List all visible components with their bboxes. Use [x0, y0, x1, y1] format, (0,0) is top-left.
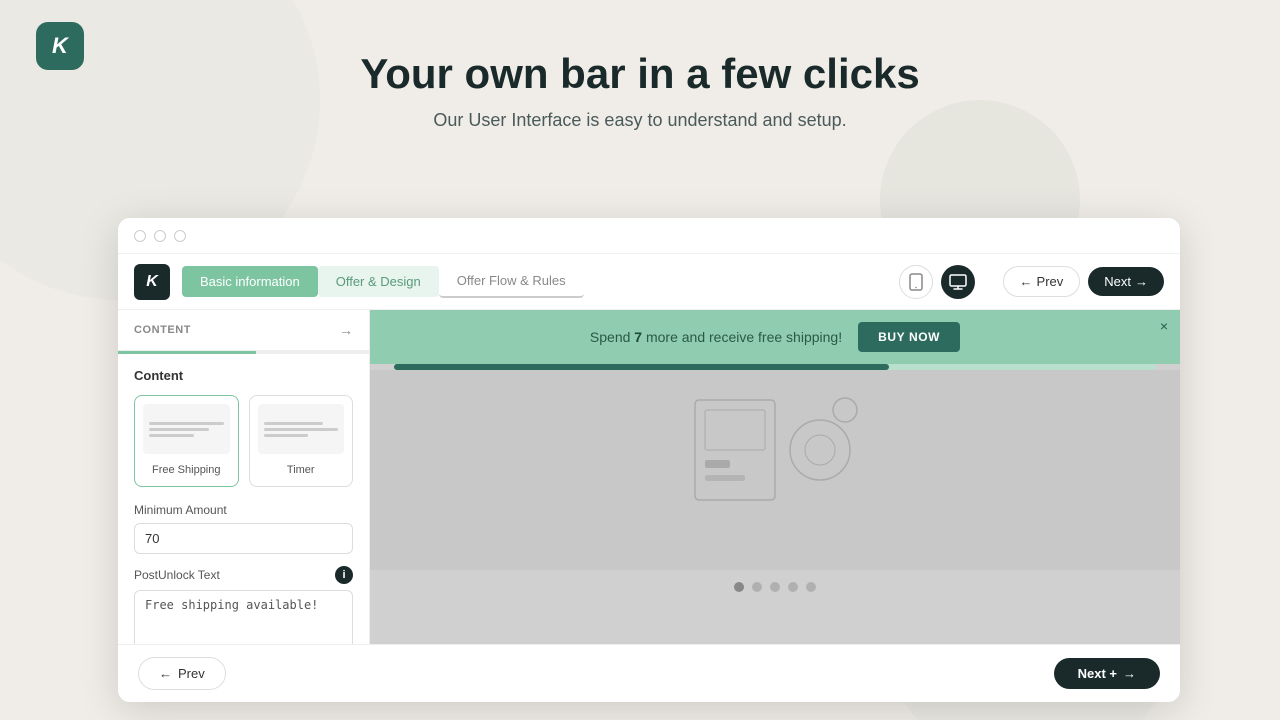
prev-arrow-header: ← [1020, 274, 1033, 289]
preview-placeholder [370, 370, 1180, 570]
content-type-free-shipping[interactable]: Free Shipping [134, 395, 239, 487]
postunlock-textarea[interactable]: Free shipping available! [134, 590, 353, 644]
spend-amount: 7 [634, 329, 642, 345]
desktop-icon [949, 274, 967, 290]
info-letter: i [342, 569, 345, 581]
dot-3[interactable] [770, 582, 780, 592]
buy-now-button[interactable]: BUY NOW [858, 322, 960, 352]
prev-button-bottom[interactable]: ← Prev [138, 657, 226, 690]
sidebar: CONTENT → Content [118, 310, 370, 644]
step-offer-label: Offer & Design [336, 274, 421, 289]
minimum-amount-input[interactable] [134, 523, 353, 554]
timer-icon-preview [258, 404, 345, 454]
window-dot-2 [154, 230, 166, 242]
free-shipping-icon-preview [143, 404, 230, 454]
info-icon: i [335, 566, 353, 584]
prev-label-bottom: Prev [178, 666, 205, 681]
header-nav-buttons: ← Prev Next → [1003, 266, 1164, 297]
timer-label: Timer [287, 464, 315, 476]
content-types: Free Shipping Timer [134, 395, 353, 487]
mobile-icon [909, 273, 923, 291]
header-section: Your own bar in a few clicks Our User In… [0, 50, 1280, 131]
desktop-view-button[interactable] [941, 265, 975, 299]
postunlock-row: PostUnlock Text i [134, 566, 353, 584]
dot-5[interactable] [806, 582, 816, 592]
next-button-bottom[interactable]: Next + → [1054, 658, 1160, 689]
step-basic-label: Basic information [200, 274, 300, 289]
sidebar-content: Content Free Shipping [118, 354, 369, 644]
bottom-bar: ← Prev Next + → [118, 644, 1180, 702]
prev-button-header[interactable]: ← Prev [1003, 266, 1081, 297]
timer-mockup [258, 416, 345, 443]
pagination-dots [370, 570, 1180, 604]
store-preview-svg [635, 380, 915, 560]
next-label-header: Next [1104, 274, 1131, 289]
window-dot-3 [174, 230, 186, 242]
app-logo-small: K [134, 264, 170, 300]
free-shipping-mockup [143, 416, 230, 443]
dot-4[interactable] [788, 582, 798, 592]
sidebar-header: CONTENT → [118, 310, 369, 351]
next-arrow-bottom: → [1123, 666, 1136, 681]
sidebar-section-label: CONTENT [134, 324, 191, 336]
app-logo-letter: K [146, 273, 158, 291]
prev-arrow-bottom: ← [159, 666, 172, 681]
step-offer-design[interactable]: Offer & Design [318, 266, 439, 297]
next-arrow-header: → [1135, 274, 1148, 289]
window-chrome [118, 218, 1180, 254]
prev-label-header: Prev [1037, 274, 1064, 289]
dot-1[interactable] [734, 582, 744, 592]
main-title: Your own bar in a few clicks [0, 50, 1280, 98]
content-section-label: Content [134, 368, 353, 383]
preview-area: Spend 7 more and receive free shipping! … [370, 310, 1180, 644]
close-announcement-button[interactable]: × [1160, 318, 1168, 334]
app-window: K Basic information Offer & Design Offer… [118, 218, 1180, 702]
main-content: CONTENT → Content [118, 310, 1180, 644]
minimum-amount-label: Minimum Amount [134, 503, 353, 517]
step-flow-label: Offer Flow & Rules [457, 273, 566, 288]
app-header: K Basic information Offer & Design Offer… [118, 254, 1180, 310]
free-shipping-label: Free Shipping [152, 464, 221, 476]
announcement-bar: Spend 7 more and receive free shipping! … [370, 310, 1180, 364]
steps-nav: Basic information Offer & Design Offer F… [182, 265, 887, 298]
sub-title: Our User Interface is easy to understand… [0, 110, 1280, 131]
next-label-bottom: Next + [1078, 666, 1117, 681]
step-offer-flow[interactable]: Offer Flow & Rules [439, 265, 584, 298]
announcement-message: Spend 7 more and receive free shipping! [590, 329, 842, 345]
next-button-header[interactable]: Next → [1088, 267, 1164, 296]
postunlock-text-label: PostUnlock Text [134, 568, 220, 582]
dot-2[interactable] [752, 582, 762, 592]
mobile-view-button[interactable] [899, 265, 933, 299]
sidebar-arrow-icon: → [339, 322, 353, 338]
step-basic-information[interactable]: Basic information [182, 266, 318, 297]
window-dot-1 [134, 230, 146, 242]
device-icons [899, 265, 975, 299]
content-type-timer[interactable]: Timer [249, 395, 354, 487]
